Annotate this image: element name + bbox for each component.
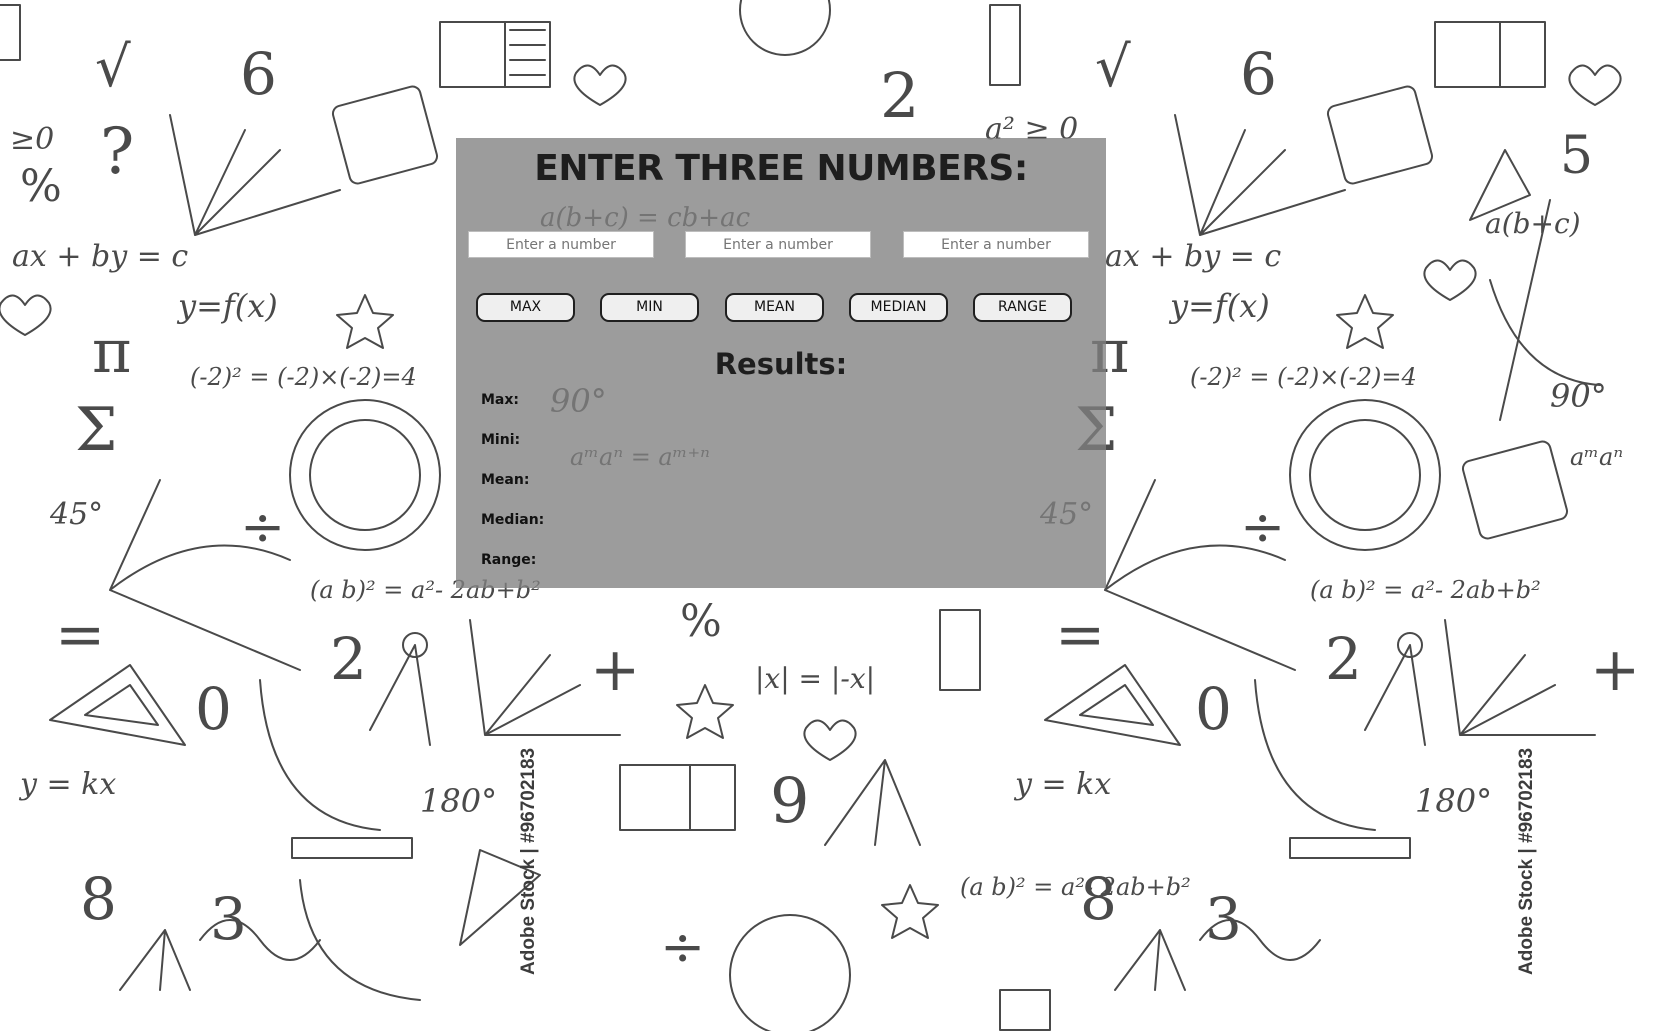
doodle-equation: 90° bbox=[1550, 377, 1607, 415]
doodle-symbol: % bbox=[680, 596, 722, 647]
doodle-equation: (-2)² = (-2)×(-2)=4 bbox=[190, 363, 417, 391]
median-result-label: Median: bbox=[481, 512, 545, 528]
doodle-equation: (a b)² = a²- 2ab+b² bbox=[960, 873, 1191, 901]
max-button[interactable]: MAX bbox=[476, 293, 575, 322]
doodle-symbol: + bbox=[1590, 635, 1641, 705]
doodle-equation: ≥0 bbox=[10, 122, 55, 157]
doodle-digit: 8 bbox=[1080, 865, 1117, 933]
median-button[interactable]: MEDIAN bbox=[849, 293, 948, 322]
doodle-digit: 9 bbox=[770, 764, 810, 837]
doodle-digit: 5 bbox=[1560, 126, 1594, 186]
doodle-digit: 6 bbox=[1240, 40, 1277, 108]
doodle-digit: 2 bbox=[880, 59, 920, 132]
mean-button[interactable]: MEAN bbox=[725, 293, 824, 322]
doodle-equation: (a b)² = a²- 2ab+b² bbox=[1310, 576, 1541, 604]
doodle-digit: 3 bbox=[1205, 885, 1242, 953]
stock-watermark: Adobe Stock | #96702183 bbox=[518, 747, 539, 975]
results-heading: Results: bbox=[714, 347, 848, 381]
doodle-equation: aᵐaⁿ bbox=[1570, 443, 1624, 471]
doodle-digit: 2 bbox=[330, 625, 367, 693]
doodle-equation: y = kx bbox=[1015, 767, 1112, 802]
doodle-symbol: Σ bbox=[75, 395, 118, 465]
doodle-digit: 6 bbox=[240, 40, 277, 108]
doodle-equation: 45° bbox=[50, 497, 104, 532]
doodle-equation: y = kx bbox=[20, 767, 117, 802]
doodle-digit: 8 bbox=[80, 865, 117, 933]
page-title: ENTER THREE NUMBERS: bbox=[534, 148, 1028, 189]
doodle-digit: 0 bbox=[1195, 675, 1232, 743]
number-input-1[interactable] bbox=[468, 231, 654, 258]
max-result-label: Max: bbox=[481, 392, 520, 408]
number-input-3[interactable] bbox=[903, 231, 1089, 258]
doodle-digit: 3 bbox=[210, 885, 247, 953]
doodle-symbol: π bbox=[92, 317, 132, 387]
doodle-equation: ax + by = c bbox=[1105, 239, 1282, 274]
doodle-symbol: ? bbox=[100, 115, 135, 189]
doodle-equation: (-2)² = (-2)×(-2)=4 bbox=[1190, 363, 1417, 391]
doodle-digit: 0 bbox=[195, 675, 232, 743]
doodle-equation: 180° bbox=[1415, 782, 1493, 820]
range-button[interactable]: RANGE bbox=[973, 293, 1072, 322]
doodle-equation: a(b+c) bbox=[1485, 207, 1581, 240]
doodle-symbol: % bbox=[20, 161, 62, 212]
doodle-equation: y=f(x) bbox=[178, 287, 278, 325]
doodle-symbol: + bbox=[590, 635, 641, 705]
doodle-equation: ax + by = c bbox=[12, 239, 189, 274]
range-result-label: Range: bbox=[481, 552, 537, 568]
doodle-equation: y=f(x) bbox=[1170, 287, 1270, 325]
number-input-2[interactable] bbox=[685, 231, 871, 258]
stock-watermark: Adobe Stock | #96702183 bbox=[1516, 747, 1537, 975]
doodle-symbol: = bbox=[1055, 600, 1106, 670]
doodle-symbol: = bbox=[55, 600, 106, 670]
doodle-equation: 180° bbox=[420, 782, 498, 820]
min-result-label: Mini: bbox=[481, 432, 521, 448]
calculator-panel: ENTER THREE NUMBERS: MAX MIN MEAN MEDIAN… bbox=[456, 138, 1106, 588]
doodle-symbol: ÷ bbox=[1240, 495, 1286, 558]
mean-result-label: Mean: bbox=[481, 472, 530, 488]
doodle-symbol: ÷ bbox=[240, 495, 286, 558]
doodle-digit: 2 bbox=[1325, 625, 1362, 693]
doodle-symbol: √ bbox=[1095, 35, 1131, 100]
doodle-symbol: √ bbox=[95, 35, 131, 100]
doodle-equation: |x| = |-x| bbox=[755, 662, 876, 695]
min-button[interactable]: MIN bbox=[600, 293, 699, 322]
doodle-symbol: ÷ bbox=[660, 915, 706, 978]
